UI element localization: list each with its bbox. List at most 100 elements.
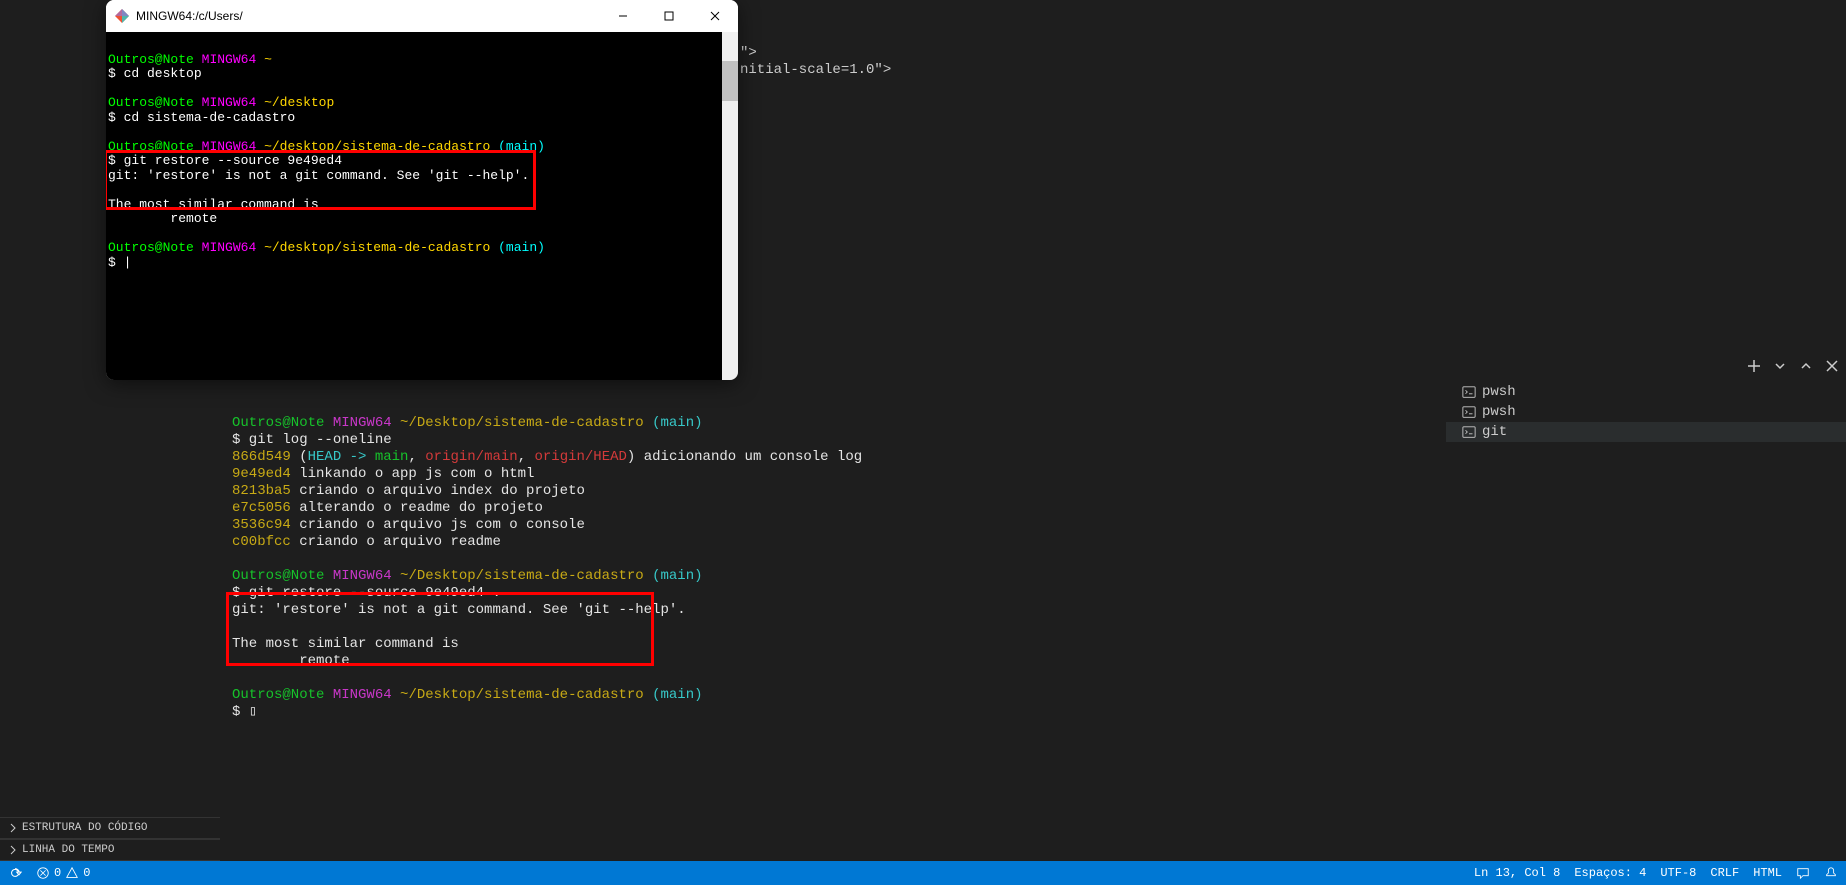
status-bell[interactable] <box>1824 866 1838 880</box>
log-msg: adicionando um console log <box>644 449 862 465</box>
term-path: ~/Desktop/sistema-de-cadastro <box>400 568 644 584</box>
term-prompt: $ <box>108 255 124 270</box>
terminal-tab-pwsh-1[interactable]: pwsh <box>1446 382 1846 402</box>
sync-icon <box>8 866 22 880</box>
term-path: ~ <box>264 52 272 67</box>
log-hash: e7c5056 <box>232 500 291 516</box>
error-icon <box>36 866 50 880</box>
log-msg: linkando o app js com o html <box>299 466 534 482</box>
term-path: ~/Desktop/sistema-de-cadastro <box>400 687 644 703</box>
log-ref: origin/HEAD <box>535 449 627 465</box>
term-user: Outros@Note <box>232 568 324 584</box>
term-path: ~/desktop/sistema-de-cadastro <box>264 240 490 255</box>
term-branch: (main) <box>652 568 702 584</box>
status-eol[interactable]: CRLF <box>1710 866 1739 880</box>
close-button[interactable] <box>692 0 738 32</box>
editor-line: nitial-scale=1.0"> <box>740 62 891 78</box>
outline-header-structure[interactable]: ESTRUTURA DO CÓDIGO <box>0 817 220 839</box>
terminal-tab-label: pwsh <box>1482 404 1516 420</box>
cursor: | <box>124 255 132 270</box>
term-user: Outros@Note <box>232 687 324 703</box>
terminal-icon <box>1462 385 1476 399</box>
term-path: ~/Desktop/sistema-de-cadastro <box>400 415 644 431</box>
warning-icon <box>65 866 79 880</box>
terminal-tabs: pwsh pwsh git <box>1446 382 1846 442</box>
log-ref: origin/main <box>425 449 517 465</box>
term-cmd: $ cd sistema-de-cadastro <box>108 110 295 125</box>
terminal-tab-label: git <box>1482 424 1507 440</box>
bell-icon <box>1824 866 1838 880</box>
term-host: MINGW64 <box>202 52 257 67</box>
term-user: Outros@Note <box>108 240 194 255</box>
log-msg: criando o arquivo readme <box>299 534 501 550</box>
term-error: remote <box>108 211 217 226</box>
gitbash-icon <box>114 8 130 24</box>
window-controls <box>600 0 738 32</box>
terminal-icon <box>1462 425 1476 439</box>
new-terminal-icon[interactable] <box>1746 358 1762 379</box>
log-msg: criando o arquivo index do projeto <box>299 483 585 499</box>
chevron-up-icon[interactable] <box>1798 358 1814 379</box>
term-host: MINGW64 <box>333 687 392 703</box>
term-user: Outros@Note <box>232 415 324 431</box>
highlight-box <box>226 592 654 666</box>
chevron-right-icon <box>8 845 18 855</box>
term-path: ~/desktop <box>264 95 334 110</box>
term-user: Outros@Note <box>108 52 194 67</box>
terminal-tab-git[interactable]: git <box>1446 422 1846 442</box>
warning-count: 0 <box>83 866 90 880</box>
chevron-right-icon <box>8 823 18 833</box>
log-msg: criando o arquivo js com o console <box>299 517 585 533</box>
editor-line: "> <box>740 45 757 61</box>
log-hash: 866d549 <box>232 449 291 465</box>
term-host: MINGW64 <box>202 240 257 255</box>
term-branch: (main) <box>652 415 702 431</box>
mingw-title: MINGW64:/c/Users/ <box>136 9 600 23</box>
log-hash: 3536c94 <box>232 517 291 533</box>
term-host: MINGW64 <box>202 95 257 110</box>
outline-header-timeline[interactable]: LINHA DO TEMPO <box>0 839 220 861</box>
scrollbar-thumb[interactable] <box>722 61 738 101</box>
maximize-button[interactable] <box>646 0 692 32</box>
mingw-titlebar[interactable]: MINGW64:/c/Users/ <box>106 0 738 32</box>
minimize-button[interactable] <box>600 0 646 32</box>
chevron-down-icon[interactable] <box>1772 358 1788 379</box>
term-branch: (main) <box>652 687 702 703</box>
term-cmd: $ cd desktop <box>108 66 202 81</box>
status-bar: 0 0 Ln 13, Col 8 Espaços: 4 UTF-8 CRLF H… <box>0 861 1846 885</box>
highlight-box <box>106 150 536 210</box>
status-sync[interactable] <box>8 866 22 880</box>
close-panel-icon[interactable] <box>1824 358 1840 379</box>
mingw-terminal-body[interactable]: Outros@Note MINGW64 ~ $ cd desktop Outro… <box>106 32 738 380</box>
outline-label: LINHA DO TEMPO <box>22 844 114 856</box>
terminal-icon <box>1462 405 1476 419</box>
status-errors[interactable]: 0 0 <box>36 866 90 880</box>
status-ln-col[interactable]: Ln 13, Col 8 <box>1474 866 1560 880</box>
mingw-window: MINGW64:/c/Users/ Outros@Note MINGW64 ~ … <box>106 0 738 380</box>
log-hash: c00bfcc <box>232 534 291 550</box>
term-host: MINGW64 <box>333 415 392 431</box>
outline-panel: ESTRUTURA DO CÓDIGO LINHA DO TEMPO <box>0 817 220 861</box>
log-hash: 8213ba5 <box>232 483 291 499</box>
log-ref: HEAD -> <box>308 449 375 465</box>
status-encoding[interactable]: UTF-8 <box>1660 866 1696 880</box>
term-user: Outros@Note <box>108 95 194 110</box>
log-msg: alterando o readme do projeto <box>299 500 543 516</box>
feedback-icon <box>1796 866 1810 880</box>
log-hash: 9e49ed4 <box>232 466 291 482</box>
editor-snippet: "> nitial-scale=1.0"> <box>740 28 891 96</box>
terminal-tab-label: pwsh <box>1482 384 1516 400</box>
terminal-tab-pwsh-2[interactable]: pwsh <box>1446 402 1846 422</box>
status-language[interactable]: HTML <box>1753 866 1782 880</box>
term-host: MINGW64 <box>333 568 392 584</box>
term-cmd: $ git log --oneline <box>232 432 392 448</box>
scrollbar[interactable] <box>722 32 738 380</box>
status-spaces[interactable]: Espaços: 4 <box>1574 866 1646 880</box>
term-branch: (main) <box>498 240 545 255</box>
outline-label: ESTRUTURA DO CÓDIGO <box>22 822 147 834</box>
error-count: 0 <box>54 866 61 880</box>
panel-header-actions <box>1746 358 1840 379</box>
term-prompt: $ ▯ <box>232 704 257 720</box>
log-ref: main <box>375 449 409 465</box>
status-feedback[interactable] <box>1796 866 1810 880</box>
